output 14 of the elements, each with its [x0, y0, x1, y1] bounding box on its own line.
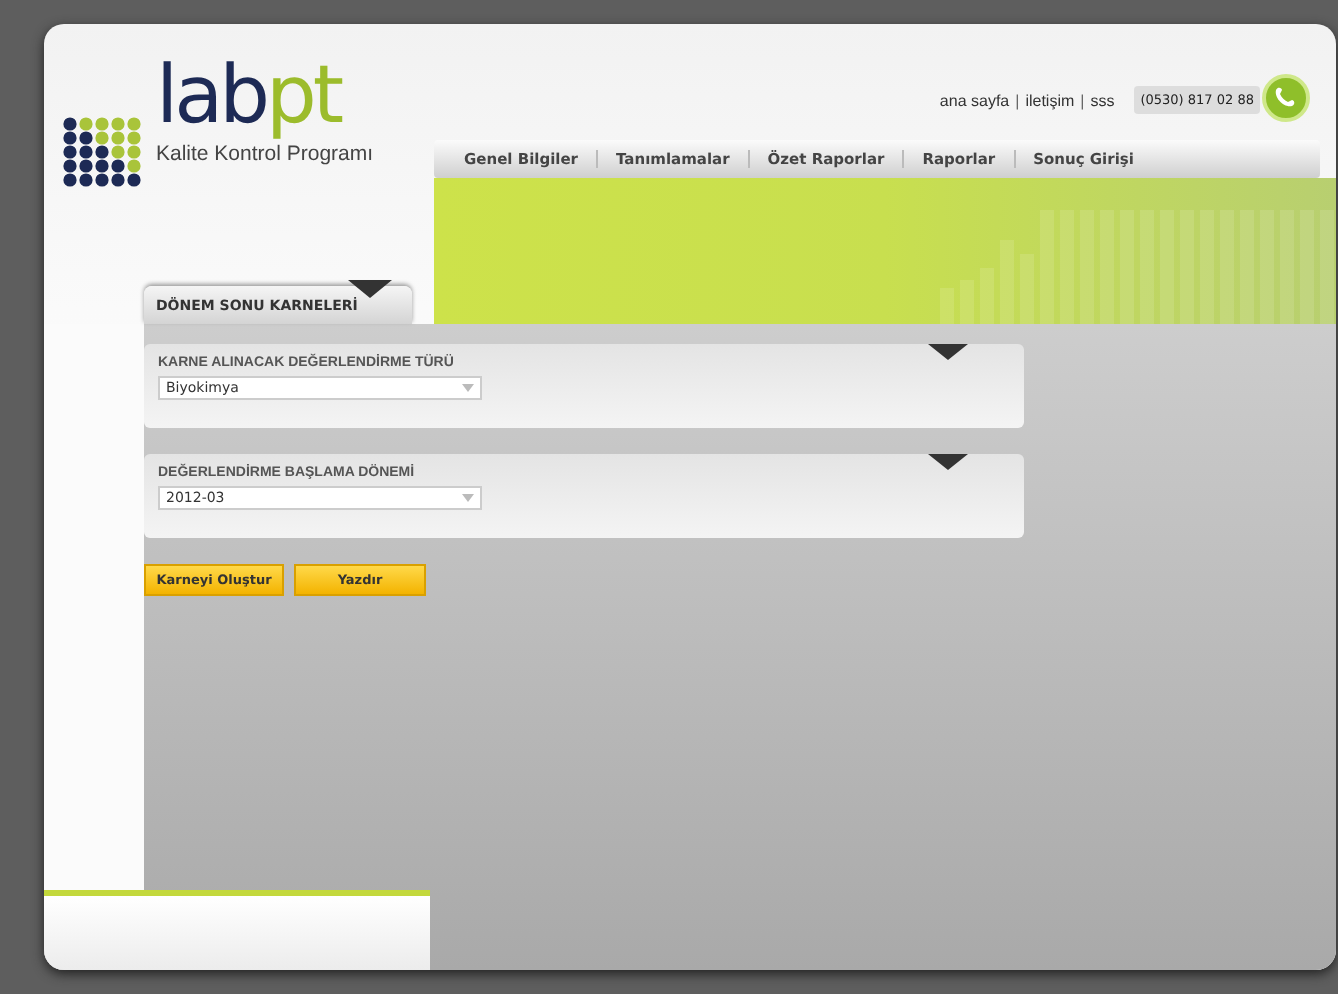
top-link[interactable]: iletişim: [1025, 91, 1075, 109]
dropdown-arrow-icon: [462, 492, 474, 504]
triangle-icon: [928, 344, 968, 360]
logo-text-accent: pt: [266, 50, 341, 142]
triangle-icon: [928, 454, 968, 470]
logo-tagline: Kalite Kontrol Programı: [156, 142, 374, 166]
dropdown-arrow-icon: [462, 382, 474, 394]
link-separator: |: [1015, 91, 1020, 109]
link-separator: |: [1080, 91, 1085, 109]
logo-text: lab: [156, 50, 267, 142]
top-link[interactable]: sss: [1090, 91, 1115, 109]
top-link[interactable]: ana sayfa: [939, 91, 1010, 109]
triangle-icon: [348, 280, 392, 298]
phone-icon: [1260, 74, 1312, 126]
